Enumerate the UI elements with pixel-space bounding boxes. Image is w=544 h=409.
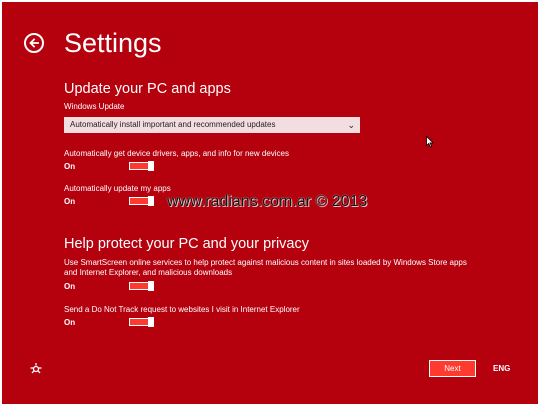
page-title: Settings [64, 28, 162, 58]
watermark: www.radians.com.ar © 2013 [167, 193, 368, 210]
do-not-track-state: On [64, 318, 76, 327]
smartscreen-label-line2: and Internet Explorer, and malicious dow… [64, 268, 233, 277]
windows-update-label: Windows Update [64, 102, 125, 111]
toggle-thumb [148, 196, 154, 206]
do-not-track-toggle[interactable] [129, 317, 154, 327]
apps-update-label: Automatically update my apps [64, 184, 171, 193]
smartscreen-state: On [64, 282, 76, 291]
back-button[interactable] [24, 33, 44, 53]
smartscreen-toggle[interactable] [129, 281, 154, 291]
back-arrow-icon [29, 38, 39, 48]
drivers-label: Automatically get device drivers, apps, … [64, 149, 290, 158]
drivers-toggle[interactable] [129, 161, 154, 171]
toggle-thumb [148, 281, 154, 291]
windows-update-selected-value: Automatically install important and reco… [70, 120, 276, 129]
mouse-cursor-icon [426, 136, 434, 148]
drivers-state: On [64, 162, 76, 171]
apps-update-toggle[interactable] [129, 196, 154, 206]
next-button[interactable]: Next [429, 360, 476, 377]
apps-update-state: On [64, 197, 76, 206]
do-not-track-label: Send a Do Not Track request to websites … [64, 305, 300, 314]
update-section-heading: Update your PC and apps [64, 81, 231, 97]
ease-of-access-icon[interactable] [29, 362, 43, 376]
toggle-thumb [148, 317, 154, 327]
toggle-thumb [148, 161, 154, 171]
privacy-section-heading: Help protect your PC and your privacy [64, 236, 309, 252]
settings-screen: Settings Update your PC and apps Windows… [2, 2, 538, 404]
language-indicator[interactable]: ENG [493, 364, 510, 374]
smartscreen-label-line1: Use SmartScreen online services to help … [64, 258, 467, 267]
windows-update-dropdown[interactable]: Automatically install important and reco… [64, 117, 360, 133]
chevron-down-icon: ⌄ [347, 120, 355, 130]
